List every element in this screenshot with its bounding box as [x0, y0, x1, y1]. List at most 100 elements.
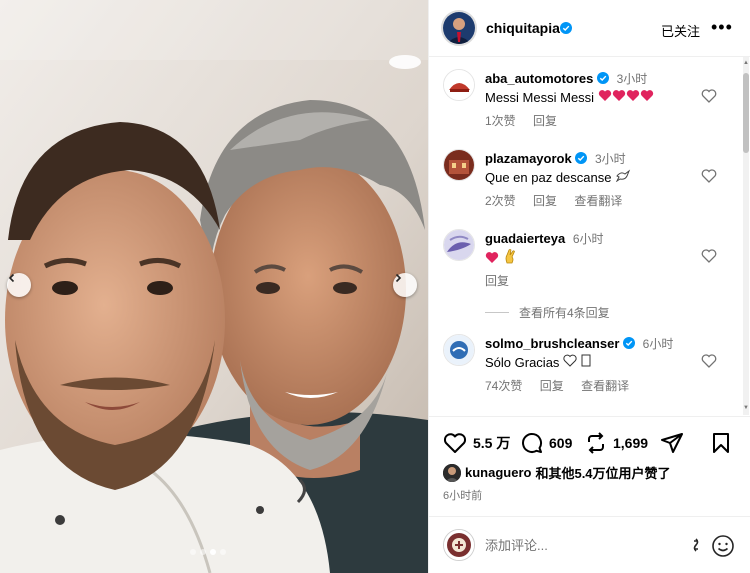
comment-like-heart-icon[interactable] [701, 168, 717, 184]
view-replies-line [485, 312, 509, 313]
share-button[interactable] [661, 431, 683, 455]
comment-username[interactable]: plazamayorok 3小时 [485, 150, 626, 167]
carousel-dot [200, 549, 206, 555]
comment-reply-button[interactable]: 回复 [485, 274, 509, 288]
verified-badge-icon [560, 22, 572, 34]
share-paper-plane-icon [661, 433, 683, 453]
author-avatar-image [443, 12, 475, 44]
post-side-panel: chiquitapia 已关注 ••• aba_automotores 3小时 [428, 0, 750, 573]
carousel-dot [220, 549, 226, 555]
comment-text: Que en paz descanse [485, 169, 631, 185]
author-avatar[interactable] [441, 10, 477, 46]
heart-emoji-group [598, 90, 654, 105]
commenter-avatar-image [444, 150, 474, 180]
comment-username[interactable]: solmo_brushcleanser 6小时 [485, 335, 673, 352]
red-heart-emoji-icon [598, 90, 611, 101]
view-replies-button[interactable]: 查看所有4条回复 [485, 304, 610, 321]
author-username[interactable]: chiquitapia [486, 20, 560, 36]
current-user-avatar [443, 529, 475, 561]
scroll-down-arrow-icon[interactable]: ▼ [743, 404, 749, 412]
comment-reply-button[interactable]: 回复 [533, 114, 557, 128]
comment-composer [429, 516, 750, 573]
like-button[interactable]: 5.5 万 [443, 431, 510, 455]
comment-meta: 1次赞 回复 [485, 112, 571, 129]
liker-avatar-image [443, 463, 461, 482]
comment-like-count[interactable]: 2次赞 [485, 194, 516, 208]
comment-username-text[interactable]: plazamayorok [485, 151, 572, 166]
comment-avatar[interactable] [443, 149, 475, 181]
post-header: chiquitapia 已关注 ••• [429, 0, 750, 57]
comments-scrollbar[interactable]: ▲ ▼ [741, 57, 750, 415]
missing-glyph-icon [581, 354, 591, 367]
comment-like-heart-icon[interactable] [701, 353, 717, 369]
chevron-left-icon [8, 273, 15, 283]
red-heart-emoji-icon [640, 90, 653, 101]
current-user-avatar-image [444, 530, 474, 560]
comment-avatar[interactable] [443, 334, 475, 366]
crossed-fingers-emoji-icon [505, 249, 515, 264]
comment-translate-button[interactable]: 查看翻译 [581, 379, 629, 393]
selfie-illustration [0, 0, 428, 573]
scrollbar-thumb[interactable] [743, 73, 749, 153]
comment-like-heart-icon[interactable] [701, 88, 717, 104]
commenter-avatar-image [444, 335, 474, 365]
following-button[interactable]: 已关注 [661, 21, 700, 40]
dove-emoji-icon [615, 169, 631, 183]
comment-reply-button[interactable]: 回复 [533, 194, 557, 208]
carousel-next-button[interactable] [393, 273, 417, 297]
more-options-button[interactable]: ••• [711, 17, 733, 38]
white-heart-emoji-icon [563, 354, 577, 367]
comment-username-text[interactable]: guadaierteya [485, 231, 565, 246]
comment-time: 6小时 [642, 337, 674, 351]
commenter-avatar-image [444, 230, 474, 260]
comment-bubble-icon [522, 433, 543, 453]
post-actions: 5.5 万 609 1,699 kunaguero 和其他5.4万位用户赞了 6… [429, 416, 750, 516]
scroll-up-arrow-icon[interactable]: ▲ [743, 59, 749, 67]
comment-input[interactable] [485, 534, 675, 556]
gif-sticker-icon[interactable] [687, 537, 705, 555]
chevron-right-icon [395, 273, 402, 283]
commenter-avatar-image [444, 70, 474, 100]
view-replies-text[interactable]: 查看所有4条回复 [519, 306, 610, 320]
heart-icon [443, 433, 467, 453]
carousel-prev-button[interactable] [7, 273, 31, 297]
comment-username[interactable]: guadaierteya 6小时 [485, 230, 604, 247]
comment-like-count[interactable]: 1次赞 [485, 114, 516, 128]
comment-like-heart-icon[interactable] [701, 248, 717, 264]
liked-by-line: kunaguero 和其他5.4万位用户赞了 [443, 463, 671, 482]
comment-text-content: Messi Messi Messi [485, 90, 595, 105]
comment-username[interactable]: aba_automotores 3小时 [485, 70, 647, 87]
comment-avatar[interactable] [443, 229, 475, 261]
post-timestamp: 6小时前 [443, 490, 483, 502]
comment-meta: 74次赞 回复 查看翻译 [485, 377, 643, 394]
comment-button[interactable]: 609 [521, 431, 572, 455]
save-button[interactable] [711, 431, 731, 455]
verified-badge-icon [623, 337, 636, 349]
liker-username[interactable]: kunaguero [465, 465, 531, 480]
comment-avatar[interactable] [443, 69, 475, 101]
carousel-dot-active [210, 549, 216, 555]
comment-reply-button[interactable]: 回复 [540, 379, 564, 393]
red-heart-emoji-icon [612, 90, 625, 101]
comment-meta: 回复 [485, 272, 523, 289]
liker-avatar[interactable] [443, 463, 461, 482]
comment-like-count[interactable]: 74次赞 [485, 379, 522, 393]
comment-text: Messi Messi Messi [485, 89, 654, 105]
post-photo [0, 0, 428, 573]
repost-icon [588, 432, 604, 454]
comment-text [485, 249, 517, 267]
repost-button[interactable]: 1,699 [585, 431, 648, 455]
comment-count: 609 [549, 435, 573, 451]
carousel-indicator [190, 549, 226, 555]
comment-time: 3小时 [616, 72, 648, 86]
comment-text-content: Que en paz descanse [485, 170, 612, 185]
comment-username-text[interactable]: aba_automotores [485, 71, 593, 86]
comment-time: 6小时 [572, 232, 604, 246]
verified-badge-icon [597, 72, 609, 84]
comment-translate-button[interactable]: 查看翻译 [574, 194, 622, 208]
emoji-picker-icon[interactable] [711, 534, 735, 558]
comment-username-text[interactable]: solmo_brushcleanser [485, 336, 619, 351]
comment-text: Sólo Gracias [485, 354, 591, 370]
liked-by-suffix[interactable]: 和其他5.4万位用户赞了 [535, 463, 670, 482]
red-heart-emoji-icon [485, 252, 499, 263]
